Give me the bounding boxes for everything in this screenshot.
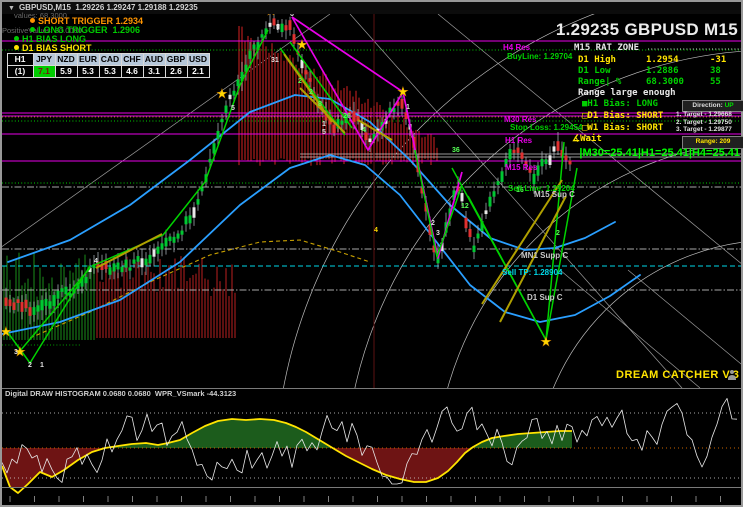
person-icon <box>728 370 736 380</box>
swing-number-label: 2 <box>431 220 435 227</box>
swing-number-label: 36 <box>452 147 460 154</box>
level-line-label: MN1 Supp C <box>521 251 568 260</box>
star-marker-icon: ★ <box>216 86 228 101</box>
swing-number-label: 5 <box>231 105 235 112</box>
level-line-label: H1 Res <box>505 136 533 145</box>
wait-icon: ∡ <box>572 134 580 144</box>
targets-list: 1. Target - 1.296682. Target - 1.297503.… <box>676 111 732 134</box>
mt4-chart-window: ▼GBPUSD,M15 1.29226 1.29247 1.29188 1.29… <box>0 0 743 507</box>
swing-number-label: 8 <box>318 101 322 108</box>
bullet-icon <box>14 36 19 41</box>
ratzone-row-range: Range| %68.300055 <box>578 77 721 87</box>
star-marker-icon: ★ <box>540 334 552 349</box>
ratzone-note: Range large enough <box>578 88 676 98</box>
swing-number-label: 4 <box>94 258 98 265</box>
watermark-text: DREAM CATCHER V.3 <box>616 369 739 381</box>
swing-number-label: 5 <box>322 129 326 136</box>
bullet-icon <box>30 18 35 23</box>
swing-number-label: 3 <box>436 230 440 237</box>
level-line-label: Sell TP: 1.28904 <box>502 268 563 277</box>
volatility-readout: |M30=25.41|H1=25.41|H4=25.41 <box>552 147 740 159</box>
level-line-label: H4 Res <box>503 43 531 52</box>
oscillator-label: Digital DRAW HISTOGRAM 0.0680 0.0680 WPR… <box>5 389 236 398</box>
strength-cell: 4.6 <box>121 65 144 78</box>
ratzone-wait: ∡Wait <box>572 134 602 144</box>
swing-number-label: 4 <box>362 127 366 134</box>
strength-cell: 5.3 <box>77 65 100 78</box>
level-line-label: M15 Sup C <box>534 190 575 199</box>
swing-number-label: 3 <box>14 349 18 356</box>
star-marker-icon: ★ <box>397 84 409 99</box>
target-2: 2. Target - 1.29750 <box>676 119 732 127</box>
target-1: 1. Target - 1.29668 <box>676 111 732 119</box>
swing-number-label: 6 <box>290 14 294 18</box>
star-marker-icon: ★ <box>296 37 308 52</box>
swing-number-label: 2 <box>298 78 302 85</box>
level-line-label: Stop Loss: 1.29454 <box>510 123 583 132</box>
swing-number-label: 1 <box>406 104 410 111</box>
swing-number-label: 4 <box>374 227 378 234</box>
quote-text: 1.29235 GBPUSD M15 <box>480 20 738 40</box>
swing-number-label: 7 <box>276 25 280 32</box>
strength-cell: 2.6 <box>165 65 188 78</box>
currency-strength-table: H1JPYNZDEURCADCHFAUDGBPUSD(1)7.15.95.35.… <box>7 53 209 77</box>
level-line-label: D1 Sup C <box>527 293 563 302</box>
swing-number-label: 2 <box>309 89 313 96</box>
ratzone-w1-bias: □W1 Bias: SHORT <box>582 123 663 133</box>
target-3: 3. Target - 1.29877 <box>676 126 732 134</box>
swing-number-label: 1 <box>40 362 44 369</box>
level-line-label: BuyLine: 1.29704 <box>507 52 573 61</box>
ratzone-d1-bias: □D1 Bias: SHORT <box>582 111 663 121</box>
strength-cell: 7.1 <box>33 65 56 78</box>
oscillator-panel <box>2 388 741 505</box>
strength-cell: 3.1 <box>143 65 166 78</box>
level-line-label: M15 Res <box>505 163 538 172</box>
bullet-icon <box>14 45 19 50</box>
ratzone-row-d1-high: D1 High1.2954-31 <box>578 55 726 65</box>
ratzone-h1-bias: ■H1 Bias: LONG <box>582 99 658 109</box>
swing-number-label: 26 <box>343 113 351 120</box>
star-marker-icon: ★ <box>2 324 12 339</box>
ratzone-title: M15 RAT ZONE <box>574 43 639 53</box>
swing-number-label: 1 <box>322 121 326 128</box>
strength-cell: 2.1 <box>187 65 210 78</box>
swing-number-label: 2 <box>28 362 32 369</box>
star-marker-icon: ★ <box>265 14 277 18</box>
strength-cell: 5.9 <box>55 65 78 78</box>
swing-number-label: 12 <box>461 203 469 210</box>
swing-number-label: 31 <box>271 57 279 64</box>
swing-number-label: 2 <box>556 230 560 237</box>
strength-cell: (1) <box>7 65 34 78</box>
strength-cell: 5.3 <box>99 65 122 78</box>
chart-window-titlebar[interactable]: ▼GBPUSD,M15 1.29226 1.29247 1.29188 1.29… <box>2 2 741 14</box>
ratzone-row-d1-low: D1 Low1.288638 <box>578 66 721 76</box>
bullet-icon <box>30 27 35 32</box>
